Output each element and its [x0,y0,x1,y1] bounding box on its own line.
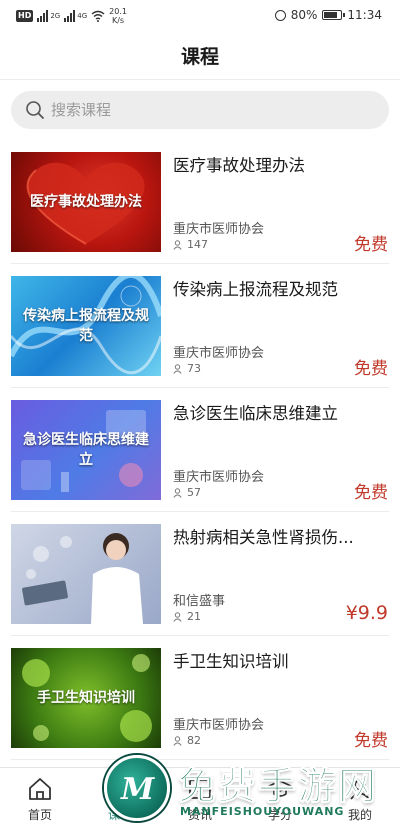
learner-count-value: 147 [187,238,208,251]
sim2-label: 4G [77,12,88,20]
course-thumbnail[interactable]: 手卫生知识培训 [11,648,161,748]
course-item[interactable]: 手卫生知识培训 手卫生知识培训 重庆市医师协会 82 免费 [0,636,400,760]
credit-icon [268,780,292,797]
course-title[interactable]: 传染病上报流程及规范 [173,276,389,300]
course-title[interactable]: 医疗事故处理办法 [173,152,389,176]
status-bar: HD 2G 4G 20.1 K/s 80% 11:34 [0,0,400,34]
user-icon [173,239,182,250]
course-thumbnail[interactable]: 急诊医生临床思维建立 [11,400,161,500]
net-speed: 20.1 K/s [109,7,127,25]
course-organizer: 重庆市医师协会 [173,470,265,485]
course-thumbnail[interactable]: 传染病上报流程及规范 [11,276,161,376]
header-divider [0,79,400,80]
learner-count-value: 73 [187,362,201,375]
course-title[interactable]: 手卫生知识培训 [173,648,389,672]
course-price: 免费 [354,731,388,751]
course-price: 免费 [354,483,388,503]
learner-count-value: 21 [187,610,201,623]
learner-count-value: 82 [187,734,201,747]
course-price: ¥9.9 [345,602,388,624]
thumbnail-caption: 医疗事故处理办法 [30,194,142,210]
battery-icon [322,10,346,20]
net-speed-unit: K/s [111,16,125,25]
learner-count: 21 [173,610,201,623]
tab-home[interactable]: 首页 [0,768,80,831]
user-icon [173,611,182,622]
battery-percent: 80% [290,8,318,22]
course-organizer: 重庆市医师协会 [173,718,265,733]
course-organizer: 重庆市医师协会 [173,346,265,361]
tab-label: 我的 [347,808,372,822]
tab-label: 课程 [107,808,132,822]
learner-count: 82 [173,734,201,747]
search-icon [26,101,44,119]
wifi-icon [91,10,105,22]
list-divider [11,759,389,760]
learner-count: 73 [173,362,201,375]
user-icon [173,487,182,498]
doctor-graphic [22,533,143,624]
signal-icon-2 [64,10,76,22]
home-icon [29,778,51,800]
signal-icon [37,10,49,22]
user-icon [173,363,182,374]
course-organizer: 重庆市医师协会 [173,222,265,237]
thumbnail-caption: 急诊医生临床思维建立 [23,432,149,468]
bottom-tab-bar: 首页 课程 资讯 学分 我的 [0,767,400,831]
page-title: 课程 [180,46,219,68]
tab-label: 资讯 [187,808,212,822]
tab-course[interactable]: 课程 [80,768,160,831]
thumbnail-caption: 手卫生知识培训 [37,690,135,706]
course-title[interactable]: 急诊医生临床思维建立 [173,400,389,424]
learner-count: 57 [173,486,201,499]
tab-label: 学分 [267,808,292,822]
tab-profile[interactable]: 我的 [320,768,400,831]
status-left: HD 2G 4G 20.1 K/s [16,7,127,25]
learner-count: 147 [173,238,208,251]
course-price: 免费 [354,359,388,379]
net-speed-value: 20.1 [109,7,127,16]
course-list: 医疗事故处理办法 医疗事故处理办法 重庆市医师协会 147 免费 传染病上报流程… [0,140,400,760]
course-title[interactable]: 热射病相关急性肾损伤... [173,524,389,548]
sim1-label: 2G [50,12,61,20]
tab-label: 首页 [27,808,52,822]
course-organizer: 和信盛事 [173,594,226,609]
learner-count-value: 57 [187,486,201,499]
course-icon [110,778,130,800]
course-item[interactable]: 医疗事故处理办法 医疗事故处理办法 重庆市医师协会 147 免费 [0,140,400,264]
course-item[interactable]: 传染病上报流程及规范 传染病上报流程及规范 重庆市医师协会 73 免费 [0,264,400,388]
course-thumbnail[interactable]: 医疗事故处理办法 [11,152,161,252]
alarm-icon [274,9,286,21]
course-price: 免费 [354,235,388,255]
news-icon [189,779,211,799]
course-item[interactable]: 热射病相关急性肾损伤... 和信盛事 21 ¥9.9 [0,512,400,636]
user-icon [173,735,182,746]
tab-credit[interactable]: 学分 [240,768,320,831]
search-bar[interactable] [11,91,389,129]
profile-icon [350,779,370,800]
thumbnail-caption: 传染病上报流程及规范 [23,308,149,344]
status-right: 80% 11:34 [274,8,382,22]
hd-badge: HD [16,10,34,22]
tab-news[interactable]: 资讯 [160,768,240,831]
search-input[interactable] [51,101,351,119]
clock: 11:34 [347,8,382,22]
course-item[interactable]: 急诊医生临床思维建立 急诊医生临床思维建立 重庆市医师协会 57 免费 [0,388,400,512]
course-thumbnail[interactable] [11,524,161,624]
